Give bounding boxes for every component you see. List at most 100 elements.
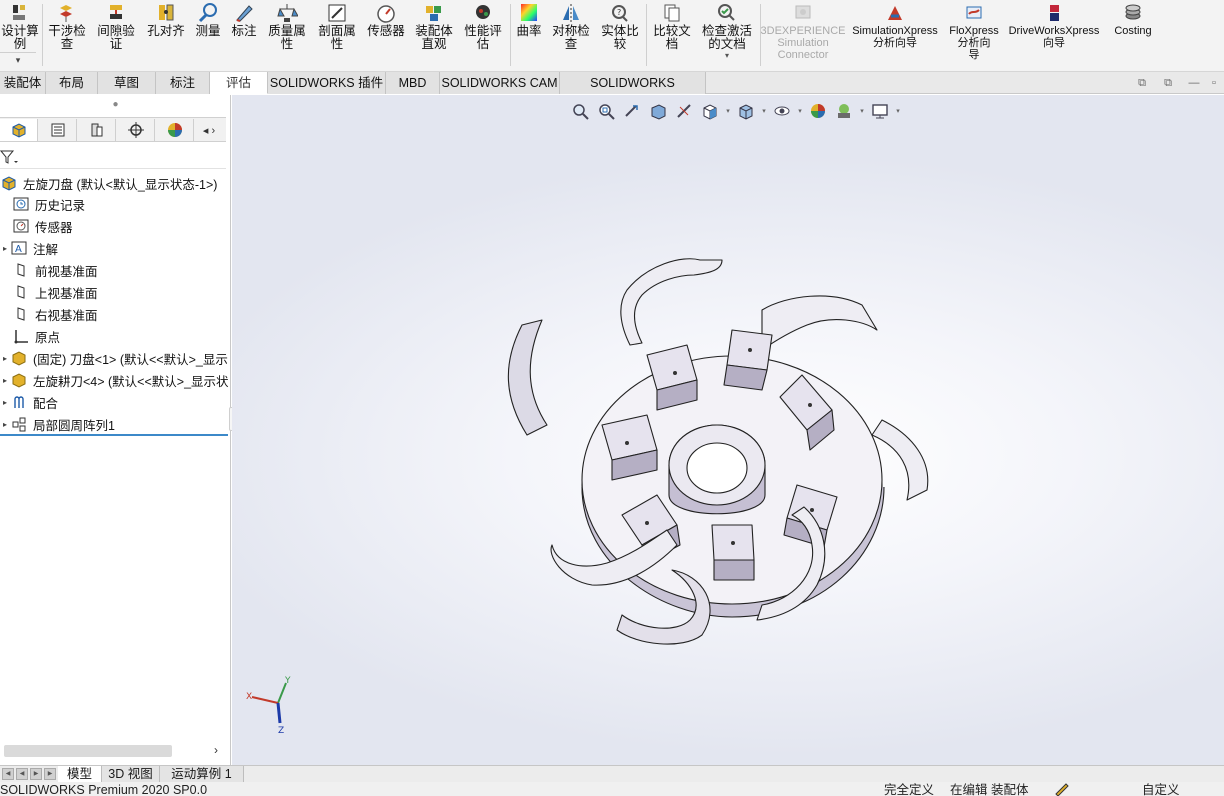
ribbon-label: SimulationXpress 分析向导 (852, 25, 938, 49)
filter-icon (0, 150, 18, 164)
expand-arrow-icon[interactable]: ▸ (0, 354, 10, 363)
tab-sketch[interactable]: 草图 (98, 72, 156, 94)
zoom-to-area-icon[interactable] (594, 100, 618, 122)
tree-item-origin[interactable]: 原点 (12, 325, 60, 347)
tree-item-annotations[interactable]: ▸ A 注解 (0, 237, 58, 259)
tab-layout[interactable]: 布局 (46, 72, 98, 94)
tab-solidworks-inspection[interactable]: SOLIDWORKS Inspection (560, 72, 706, 112)
dropdown-arrow-icon[interactable]: ▾ (724, 107, 732, 115)
minimize-icon[interactable]: — (1188, 77, 1200, 89)
tab-solidworks-addins[interactable]: SOLIDWORKS 插件 (268, 72, 386, 94)
apply-scene-icon[interactable] (832, 100, 856, 122)
feature-manager-panel: ● ◂ › 左旋刀盘 (默认<默认_显示状态-1>) 历史记录 传感器 ▸ A … (0, 95, 239, 765)
tab-configurationmanager[interactable] (78, 119, 116, 141)
tree-item-top-plane[interactable]: 上视基准面 (12, 281, 98, 303)
dropdown-arrow-icon[interactable]: ▾ (894, 107, 902, 115)
assembly-visualization-button[interactable]: 装配体 直观 (412, 2, 456, 51)
rebuild-icon[interactable] (1054, 782, 1070, 796)
section-properties-button[interactable]: 剖面属 性 (314, 2, 360, 51)
floxpress-button[interactable]: FloXpress 分析向 导 (944, 2, 1004, 61)
simulationxpress-button[interactable]: SimulationXpress 分析向导 (848, 2, 942, 49)
measure-icon (198, 3, 217, 23)
tab-motion-study[interactable]: 运动算例 1 (160, 766, 244, 782)
units-selector[interactable]: 自定义 (1142, 782, 1180, 796)
ribbon-label: 3DEXPERIENCE Simulation Connector (760, 25, 846, 61)
ribbon-label: 实体比 较 (601, 24, 639, 51)
design-study-button[interactable]: 设计算 例 (0, 2, 40, 51)
compare-documents-button[interactable]: 比较文 档 (650, 2, 694, 51)
view-orientation-icon[interactable] (698, 100, 722, 122)
curvature-button[interactable]: 曲率 (514, 2, 544, 38)
tree-item-circular-pattern[interactable]: ▸ 局部圆周阵列1 (0, 413, 115, 435)
view-settings-icon[interactable] (868, 100, 892, 122)
tree-item-history[interactable]: 历史记录 (12, 193, 85, 215)
tree-item-label: 原点 (35, 330, 61, 345)
interference-detection-button[interactable]: 干涉检 查 (46, 2, 88, 51)
expand-arrow-icon[interactable]: ▸ (0, 376, 10, 385)
tree-item-right-plane[interactable]: 右视基准面 (12, 303, 98, 325)
tab-model[interactable]: 模型 (58, 766, 102, 782)
mass-properties-button[interactable]: 质量属 性 (264, 2, 310, 51)
dropdown-arrow-icon[interactable]: ▾ (760, 107, 768, 115)
expand-arrow-icon[interactable]: ▸ (0, 244, 10, 253)
tab-markup[interactable]: 标注 (156, 72, 210, 94)
dropdown-arrow-icon[interactable]: ▾ (796, 107, 804, 115)
tree-filter[interactable] (0, 147, 226, 169)
tab-dimxpert[interactable] (117, 119, 155, 141)
costing-button[interactable]: Costing (1108, 2, 1158, 37)
markup-icon (236, 5, 253, 22)
cutter-disc-assembly-model[interactable] (432, 225, 952, 665)
tab-assembly[interactable]: 装配体 (0, 72, 46, 94)
measure-button[interactable]: 测量 (192, 2, 224, 38)
dynamic-annotation-icon[interactable] (672, 100, 696, 122)
tab-display-manager[interactable] (156, 119, 194, 141)
zoom-to-fit-icon[interactable] (568, 100, 592, 122)
horizontal-scrollbar[interactable] (4, 745, 172, 757)
hide-show-items-icon[interactable] (770, 100, 794, 122)
next-tab-icon[interactable]: ▶ (30, 768, 42, 780)
markup-button[interactable]: 标注 (228, 2, 260, 38)
previous-view-icon[interactable] (620, 100, 644, 122)
edit-appearance-icon[interactable] (806, 100, 830, 122)
tab-mbd[interactable]: MBD (386, 72, 440, 94)
panel-grip[interactable]: ● (0, 95, 231, 117)
driveworksxpress-button[interactable]: DriveWorksXpress 向导 (1006, 2, 1102, 49)
performance-evaluation-button[interactable]: 性能评 估 (460, 2, 506, 51)
sensor-button[interactable]: 传感器 (364, 2, 408, 38)
restore-icon[interactable]: ▫ (1208, 77, 1220, 89)
symmetry-check-button[interactable]: 对称检 查 (548, 2, 594, 51)
last-tab-icon[interactable]: ▶ (44, 768, 56, 780)
previous-tab-icon[interactable]: ◀ (16, 768, 28, 780)
display-style-icon[interactable] (734, 100, 758, 122)
tab-propertymanager[interactable] (39, 119, 77, 141)
part-icon (10, 371, 28, 389)
3dexperience-simulation-connector-button[interactable]: 3DEXPERIENCE Simulation Connector (760, 2, 846, 61)
graphics-area[interactable]: ▾ ▾ ▾ ▾ ▾ Y X Z (232, 95, 1224, 765)
tree-item-sensors[interactable]: 传感器 (12, 215, 73, 237)
tab-3d-views[interactable]: 3D 视图 (102, 766, 160, 782)
first-tab-icon[interactable]: ◀ (2, 768, 14, 780)
tab-solidworks-cam[interactable]: SOLIDWORKS CAM (440, 72, 560, 94)
dropdown-arrow-icon[interactable]: ▾ (858, 107, 866, 115)
hole-alignment-button[interactable]: 孔对齐 (144, 2, 188, 38)
tile-left-icon[interactable]: ⧉ (1136, 77, 1148, 89)
tree-item-left-rotary-blade[interactable]: ▸ 左旋耕刀<4> (默认<<默认>_显示状 (0, 369, 229, 391)
expand-arrow-icon[interactable]: ▸ (0, 420, 10, 429)
section-view-icon[interactable] (646, 100, 670, 122)
tab-featuremanager[interactable] (0, 119, 38, 141)
clearance-verification-button[interactable]: 间隙验 证 (94, 2, 138, 51)
tree-root-assembly[interactable]: 左旋刀盘 (默认<默认_显示状态-1>) (0, 172, 217, 194)
compare-bodies-button[interactable]: ? 实体比 较 (598, 2, 642, 51)
dropdown-arrow-icon[interactable]: ▾ (725, 51, 729, 60)
tree-item-front-plane[interactable]: 前视基准面 (12, 259, 98, 281)
tile-right-icon[interactable]: ⧉ (1162, 77, 1174, 89)
tab-scroll-arrows[interactable]: ◂ › (192, 119, 226, 141)
check-active-document-button[interactable]: 检查激活 的文档 ▾ (698, 2, 756, 60)
tree-selection-line (0, 434, 228, 436)
tree-item-fixed-cutter-disc[interactable]: ▸ (固定) 刀盘<1> (默认<<默认>_显示 (0, 347, 228, 369)
expand-arrow-icon[interactable]: ▸ (0, 398, 10, 407)
scroll-right-icon[interactable]: › (214, 743, 218, 757)
tree-item-mates[interactable]: ▸ 配合 (0, 391, 58, 413)
ribbon-overflow-dropdown[interactable]: ▾ (0, 52, 36, 66)
tab-evaluate[interactable]: 评估 (210, 72, 268, 94)
